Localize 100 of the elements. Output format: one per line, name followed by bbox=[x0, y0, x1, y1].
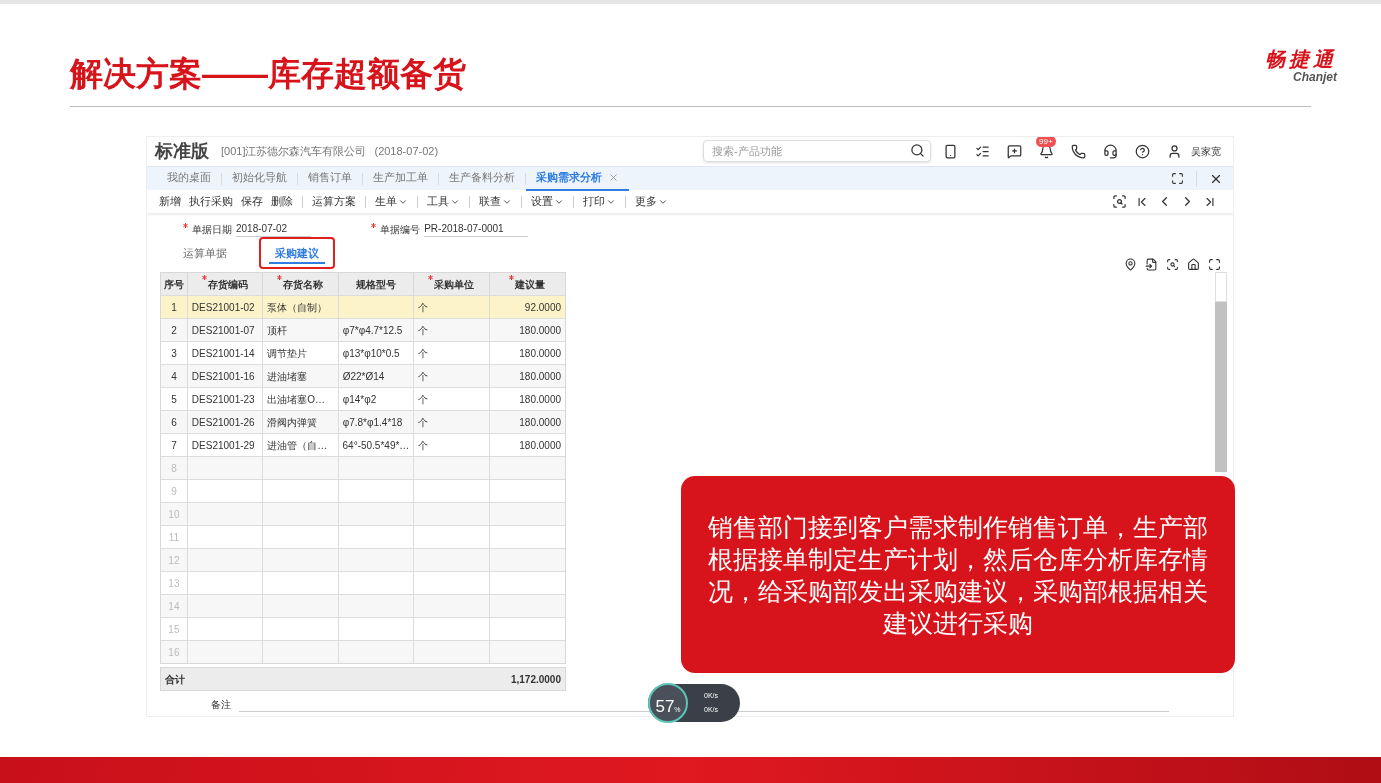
table-cell-text: 14 bbox=[168, 599, 180, 614]
column-header: 序号 bbox=[163, 277, 184, 292]
total-value: 1,172.0000 bbox=[510, 672, 561, 687]
table-cell-text: 6 bbox=[171, 415, 177, 430]
page-tab[interactable]: 初始化导航 bbox=[222, 166, 297, 191]
remark-label: 备注 bbox=[211, 698, 231, 712]
table-cell-text: 个 bbox=[418, 369, 429, 384]
field-label: 单据日期 bbox=[192, 222, 232, 237]
toolbar-button[interactable]: 执行采购 bbox=[185, 193, 237, 210]
search-icon[interactable] bbox=[1112, 194, 1127, 209]
table-cell-text: 92.0000 bbox=[524, 300, 561, 315]
search-icon[interactable] bbox=[910, 143, 925, 158]
fullscreen-icon[interactable] bbox=[1171, 172, 1184, 185]
table-cell-text: 9 bbox=[171, 484, 177, 499]
page-tab[interactable]: 生产备料分析 bbox=[439, 166, 525, 191]
table-cell-text: 滑阀内弹簧 bbox=[267, 415, 318, 430]
column-header: 存货编码 bbox=[208, 277, 249, 292]
table-cell-text: φ7.8*φ1.4*18 bbox=[342, 415, 403, 430]
table-cell-text: 180.0000 bbox=[519, 323, 561, 338]
page-tab[interactable]: 我的桌面 bbox=[157, 166, 221, 191]
toolbar-button[interactable]: 设置 bbox=[527, 193, 568, 210]
table-cell-text: DES21001-07 bbox=[191, 323, 255, 338]
table-cell-text: 个 bbox=[418, 300, 429, 315]
home-icon[interactable] bbox=[1187, 257, 1200, 271]
company-date: (2018-07-02) bbox=[374, 143, 439, 159]
user-icon[interactable] bbox=[1167, 143, 1182, 159]
table-cell-text: 8 bbox=[171, 461, 177, 476]
page-tab[interactable]: 采购需求分析 bbox=[526, 166, 629, 191]
table-cell-text: Ø22*Ø14 bbox=[342, 369, 385, 384]
checklist-icon[interactable] bbox=[975, 143, 990, 159]
section-tab[interactable]: 运算单据 bbox=[177, 244, 233, 264]
field-label: 单据编号 bbox=[380, 222, 421, 237]
table-cell-text: DES21001-02 bbox=[191, 300, 255, 315]
logo-name: 畅捷通 bbox=[1265, 48, 1337, 70]
table-cell-text: 1 bbox=[171, 300, 177, 315]
table-cell-text: 11 bbox=[168, 530, 180, 545]
device-icon[interactable] bbox=[943, 143, 958, 159]
table-cell-text: 顶杆 bbox=[267, 323, 288, 338]
toolbar-button[interactable]: 删除 bbox=[267, 193, 297, 210]
table-cell-text: 调节垫片 bbox=[267, 346, 308, 361]
help-icon[interactable] bbox=[1135, 143, 1150, 159]
import-icon[interactable] bbox=[1145, 257, 1158, 271]
toolbar-button[interactable]: 新增 bbox=[155, 193, 185, 210]
required-icon bbox=[183, 223, 188, 228]
required-icon bbox=[509, 275, 515, 280]
scrollbar[interactable] bbox=[1215, 272, 1227, 472]
phone-icon[interactable] bbox=[1071, 143, 1086, 159]
headset-icon[interactable] bbox=[1103, 143, 1118, 159]
required-icon bbox=[371, 223, 377, 228]
toolbar-button[interactable]: 打印 bbox=[579, 193, 620, 210]
table-cell-text: 出油堵塞O… bbox=[267, 392, 326, 407]
column-header: 采购单位 bbox=[434, 277, 475, 292]
column-header: 建议量 bbox=[515, 277, 546, 292]
field-value[interactable]: PR-2018-07-0001 bbox=[424, 221, 528, 237]
slide-title: 解决方案——库存超额备货 bbox=[70, 54, 466, 94]
field-value[interactable]: 2018-07-02 bbox=[236, 221, 312, 237]
table-cell-text: DES21001-16 bbox=[191, 369, 255, 384]
search-field[interactable]: 搜索-产品功能 bbox=[703, 140, 931, 162]
table-cell-text: 13 bbox=[168, 576, 180, 591]
toolbar-button[interactable]: 工具 bbox=[423, 193, 464, 210]
section-tab[interactable]: 采购建议 bbox=[269, 244, 325, 264]
table-cell-text: 个 bbox=[418, 346, 429, 361]
page-tab[interactable]: 生产加工单 bbox=[363, 166, 438, 191]
message-icon[interactable] bbox=[1007, 143, 1022, 159]
table-cell-text: φ13*φ10*0.5 bbox=[342, 346, 400, 361]
required-icon bbox=[202, 275, 208, 280]
toolbar-button[interactable]: 联查 bbox=[475, 193, 516, 210]
table-cell-text: 180.0000 bbox=[519, 392, 561, 407]
table-cell-text: 180.0000 bbox=[519, 369, 561, 384]
table-cell-text: 进油管（自… bbox=[267, 438, 328, 453]
toolbar-button[interactable]: 保存 bbox=[237, 193, 267, 210]
notification-badge: 99+ bbox=[1036, 137, 1056, 147]
table-cell-text: 个 bbox=[418, 438, 429, 453]
table-cell-text: 泵体（自制） bbox=[267, 300, 328, 315]
required-icon bbox=[277, 275, 283, 280]
column-header: 规格型号 bbox=[355, 277, 396, 292]
search-icon[interactable] bbox=[1166, 257, 1179, 271]
toolbar-button[interactable]: 更多 bbox=[631, 193, 672, 210]
column-header: 存货名称 bbox=[283, 277, 324, 292]
toolbar-button[interactable]: 生单 bbox=[371, 193, 412, 210]
table-cell-text: DES21001-23 bbox=[191, 392, 255, 407]
table-cell-text: 180.0000 bbox=[519, 415, 561, 430]
pin-icon[interactable] bbox=[1124, 257, 1137, 271]
table-cell-text: 5 bbox=[171, 392, 177, 407]
page-tab[interactable]: 销售订单 bbox=[298, 166, 362, 191]
table-cell-text: 2 bbox=[171, 323, 177, 338]
table-cell-text: 7 bbox=[171, 438, 177, 453]
table-cell-text: DES21001-26 bbox=[191, 415, 255, 430]
table-cell-text: 4 bbox=[171, 369, 177, 384]
table-cell-text: DES21001-29 bbox=[191, 438, 255, 453]
toolbar-button[interactable]: 运算方案 bbox=[308, 193, 360, 210]
table-cell-text: 个 bbox=[418, 323, 429, 338]
table-cell-text: φ7*φ4.7*12.5 bbox=[342, 323, 403, 338]
table-cell-text: 180.0000 bbox=[519, 438, 561, 453]
table-cell-text: 15 bbox=[168, 622, 180, 637]
company-name: [001]江苏德尔森汽车有限公司 bbox=[221, 143, 367, 159]
table-cell-text: 进油堵塞 bbox=[267, 369, 308, 384]
table-cell-text: φ14*φ2 bbox=[342, 392, 377, 407]
user-name[interactable]: 吴家宽 bbox=[1191, 143, 1221, 159]
fullscreen-icon[interactable] bbox=[1208, 257, 1221, 271]
